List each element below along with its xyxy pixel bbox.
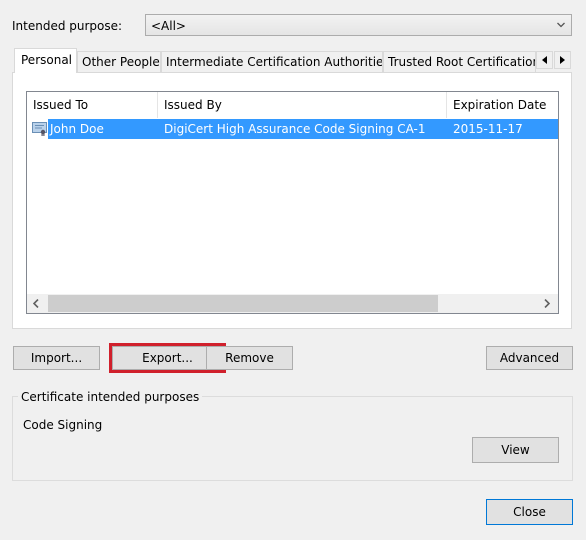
- intended-purpose-label: Intended purpose:: [12, 19, 123, 33]
- chevron-left-icon: [33, 299, 39, 308]
- column-header-expiration[interactable]: Expiration Date: [447, 92, 558, 118]
- tab-trusted-root-label: Trusted Root Certification: [388, 55, 536, 69]
- tab-personal[interactable]: Personal: [14, 48, 77, 73]
- scrollbar-thumb[interactable]: [48, 295, 438, 312]
- tab-other-people[interactable]: Other People: [77, 51, 161, 72]
- import-button[interactable]: Import...: [13, 346, 100, 370]
- intended-purpose-select[interactable]: <All>: [145, 14, 572, 36]
- certificates-dialog: Intended purpose: <All> Personal Other P…: [0, 0, 586, 540]
- intended-purposes-title: Certificate intended purposes: [18, 389, 203, 405]
- tab-scroll-left-button[interactable]: [536, 51, 553, 69]
- column-header-issued-by[interactable]: Issued By: [158, 92, 447, 118]
- scroll-left-button[interactable]: [27, 294, 47, 313]
- chevron-right-icon: [544, 299, 550, 308]
- cell-issued-to: John Doe: [50, 122, 104, 136]
- cell-issued-by: DigiCert High Assurance Code Signing CA-…: [164, 122, 426, 136]
- tab-scroll-right-button[interactable]: [554, 51, 571, 69]
- triangle-left-icon: [542, 56, 547, 64]
- triangle-right-icon: [560, 56, 565, 64]
- list-header: Issued To Issued By Expiration Date: [27, 92, 558, 118]
- tab-intermediate-ca-label: Intermediate Certification Authorities: [166, 55, 383, 69]
- chevron-down-icon: [557, 22, 565, 28]
- tab-other-people-label: Other People: [82, 55, 160, 69]
- horizontal-scrollbar[interactable]: [27, 294, 558, 313]
- tab-intermediate-ca[interactable]: Intermediate Certification Authorities: [161, 51, 383, 72]
- tab-personal-label: Personal: [21, 53, 73, 67]
- tab-trusted-root[interactable]: Trusted Root Certification: [383, 51, 536, 72]
- column-header-issued-to[interactable]: Issued To: [27, 92, 158, 118]
- scroll-right-button[interactable]: [538, 294, 558, 313]
- certificate-icon: [32, 122, 47, 136]
- advanced-button[interactable]: Advanced: [486, 346, 573, 370]
- certificate-list[interactable]: Issued To Issued By Expiration Date John…: [26, 91, 559, 314]
- cell-expiration: 2015-11-17: [453, 122, 523, 136]
- intended-purposes-value: Code Signing: [23, 418, 103, 432]
- table-row[interactable]: John Doe DigiCert High Assurance Code Si…: [27, 119, 558, 139]
- view-button[interactable]: View: [472, 437, 559, 463]
- intended-purpose-value: <All>: [151, 19, 186, 33]
- close-button[interactable]: Close: [486, 499, 573, 525]
- remove-button[interactable]: Remove: [206, 346, 293, 370]
